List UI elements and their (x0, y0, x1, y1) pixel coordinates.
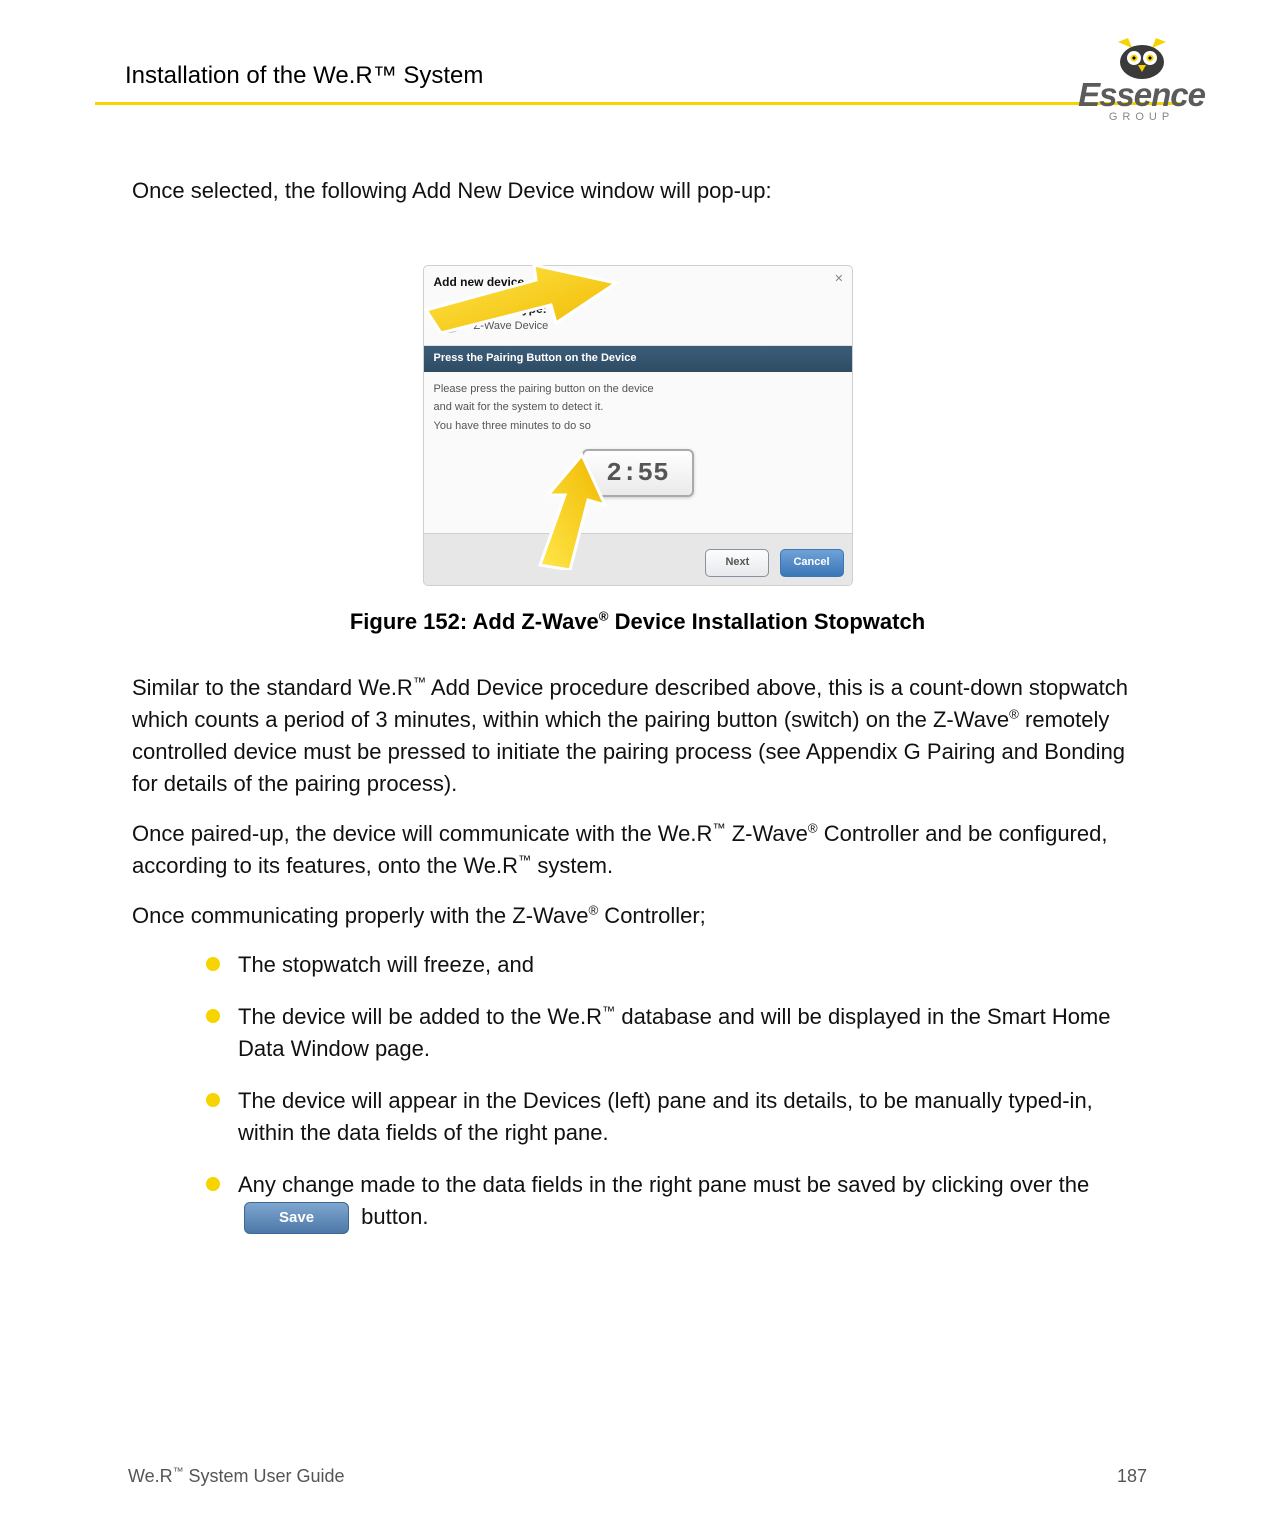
list-item: Any change made to the data fields in th… (206, 1169, 1143, 1234)
list-item: The device will be added to the We.R™ da… (206, 1001, 1143, 1065)
intro-paragraph: Once selected, the following Add New Dev… (132, 175, 1143, 207)
list-item: The stopwatch will freeze, and (206, 949, 1143, 981)
callout-arrow-icon (510, 450, 610, 570)
body-paragraph: Similar to the standard We.R™ Add Device… (132, 672, 1143, 800)
figure-caption: Figure 152: Add Z-Wave® Device Installat… (132, 606, 1143, 638)
page-section-title: Installation of the We.R™ System (125, 62, 483, 90)
body-paragraph: Once communicating properly with the Z-W… (132, 900, 1143, 932)
owl-icon (1110, 36, 1174, 80)
dialog-body: Please press the pairing button on the d… (424, 372, 852, 534)
page-footer: We.R™ System User Guide 187 (95, 1466, 1180, 1487)
brand-logo: Essence GROUP (1078, 36, 1205, 123)
dialog-close-icon[interactable]: ✕ (834, 272, 843, 288)
dialog-step-banner: Press the Pairing Button on the Device (424, 346, 852, 372)
footer-doc-title: We.R™ System User Guide (128, 1466, 345, 1487)
page-number: 187 (1117, 1466, 1147, 1487)
brand-logo-subtext: GROUP (1109, 111, 1174, 123)
dialog-body-line: and wait for the system to detect it. (434, 400, 842, 416)
brand-logo-text: Essence (1078, 76, 1205, 114)
list-item: The device will appear in the Devices (l… (206, 1085, 1143, 1149)
bullet-list: The stopwatch will freeze, and The devic… (206, 949, 1143, 1233)
dialog-body-line: Please press the pairing button on the d… (434, 382, 842, 398)
callout-arrow-icon (416, 255, 636, 335)
next-button[interactable]: Next (705, 549, 769, 577)
dialog-footer: Next Cancel (424, 533, 852, 585)
dialog-body-line: You have three minutes to do so (434, 419, 842, 435)
cancel-button[interactable]: Cancel (780, 549, 844, 577)
body-paragraph: Once paired-up, the device will communic… (132, 818, 1143, 882)
save-button[interactable]: Save (244, 1202, 349, 1234)
